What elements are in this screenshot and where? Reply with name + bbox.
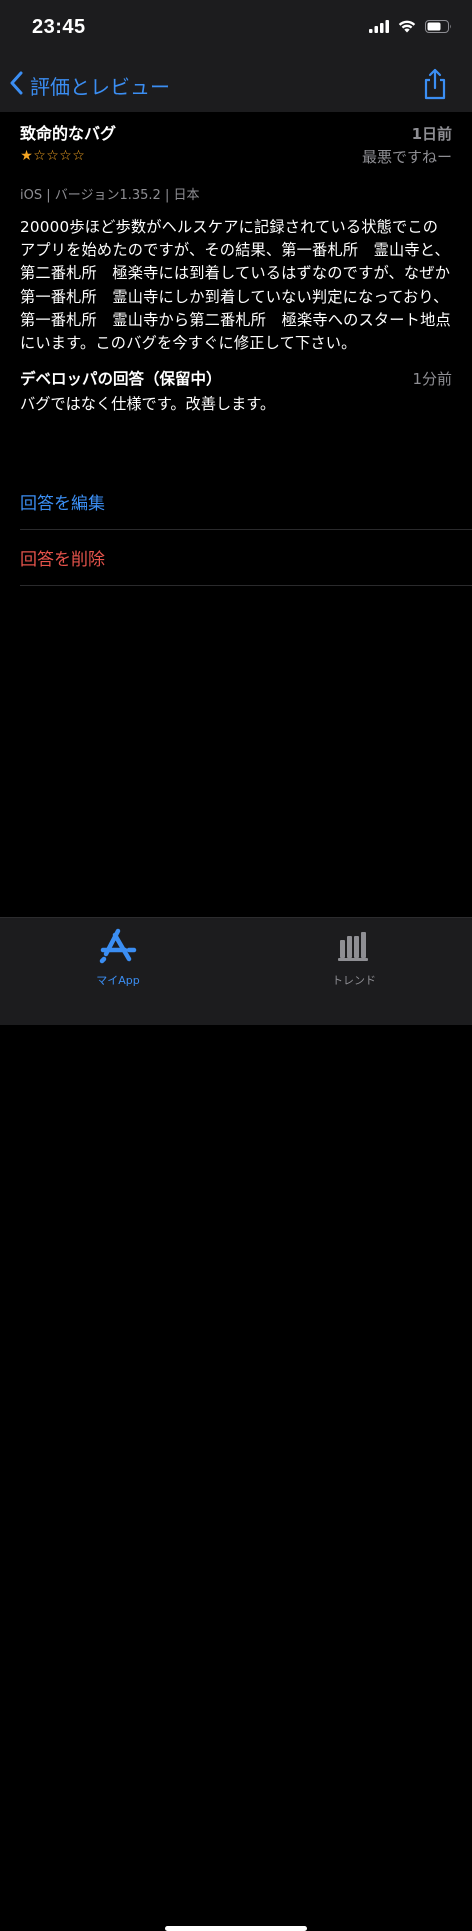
delete-response-button[interactable]: 回答を削除 xyxy=(20,530,472,586)
review-date: 1日前 xyxy=(411,125,452,143)
star-empty-icon: ☆ xyxy=(72,148,85,164)
star-filled-icon: ★ xyxy=(20,148,33,164)
cellular-signal-icon xyxy=(369,18,389,37)
developer-response-date: 1分前 xyxy=(412,370,452,389)
star-empty-icon: ☆ xyxy=(33,148,46,164)
tab-bar: マイApp トレンド xyxy=(0,917,472,1931)
review-body: 20000歩ほど歩数がヘルスケアに記録されている状態でこのアプリを始めたのですが… xyxy=(20,218,451,353)
app-store-icon xyxy=(98,926,138,970)
status-icons xyxy=(369,18,452,37)
wifi-icon xyxy=(398,18,416,37)
status-bar: 23:45 xyxy=(0,0,472,58)
rating-row: ★ ☆ ☆ ☆ ☆ 最悪ですねー xyxy=(20,144,452,168)
developer-response-title: デベロッパの回答（保留中） xyxy=(20,370,222,389)
star-rating: ★ ☆ ☆ ☆ ☆ xyxy=(20,148,85,164)
chevron-left-icon xyxy=(10,71,24,100)
battery-icon xyxy=(425,18,452,37)
tab-trend[interactable]: トレンド xyxy=(294,926,414,988)
status-time: 23:45 xyxy=(32,16,86,38)
back-button-label: 評価とレビュー xyxy=(30,74,170,99)
tab-trend-label: トレンド xyxy=(332,974,376,987)
share-button[interactable] xyxy=(420,67,450,101)
star-empty-icon: ☆ xyxy=(46,148,59,164)
chart-bars-icon xyxy=(334,926,374,970)
share-icon xyxy=(420,68,450,105)
developer-response-header: デベロッパの回答（保留中） 1分前 xyxy=(20,367,452,389)
reviewer-name: 最悪ですねー xyxy=(361,147,452,166)
tab-my-app-label: マイApp xyxy=(96,974,140,987)
tab-my-app[interactable]: マイApp xyxy=(58,926,178,988)
review-header: 致命的なバグ 1日前 xyxy=(20,120,452,144)
review-meta: iOS | バージョン1.35.2 | 日本 xyxy=(20,188,200,203)
edit-response-button[interactable]: 回答を編集 xyxy=(20,474,472,530)
back-button[interactable]: 評価とレビュー xyxy=(10,68,170,102)
review-title: 致命的なバグ xyxy=(20,124,117,143)
star-empty-icon: ☆ xyxy=(59,148,72,164)
developer-response-text: バグではなく仕様です。改善します。 xyxy=(20,395,276,414)
review-card: 致命的なバグ 1日前 ★ ☆ ☆ ☆ ☆ 最悪ですねー iOS | バージョン1… xyxy=(20,112,452,415)
home-indicator[interactable] xyxy=(165,1926,307,1931)
navigation-bar: 評価とレビュー xyxy=(0,58,472,112)
